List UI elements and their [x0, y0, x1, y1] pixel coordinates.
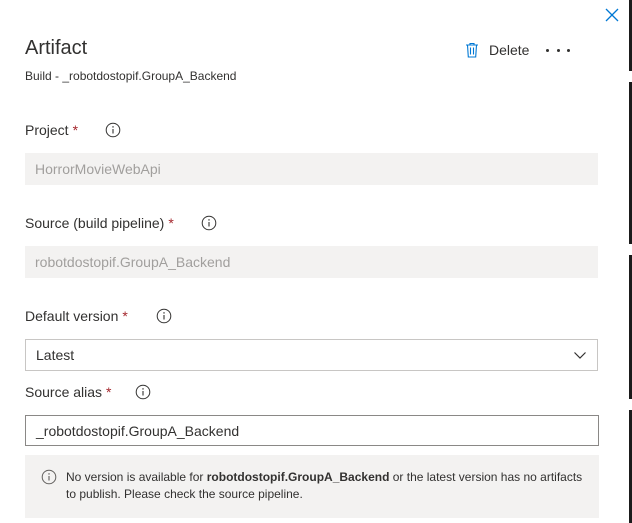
- version-notice: No version is available for robotdostopi…: [25, 455, 599, 518]
- more-icon: [546, 48, 549, 52]
- default-version-label: Default version *: [25, 306, 128, 326]
- source-label: Source (build pipeline) *: [25, 213, 174, 233]
- info-icon[interactable]: [156, 308, 172, 324]
- info-icon[interactable]: [105, 122, 121, 138]
- delete-label: Delete: [489, 42, 530, 58]
- default-version-dropdown[interactable]: Latest: [25, 339, 598, 371]
- panel-subtitle: Build - _robotdostopif.GroupA_Backend: [25, 69, 237, 83]
- close-icon: [605, 8, 619, 22]
- required-mark: *: [122, 308, 128, 324]
- more-options-button[interactable]: [546, 41, 570, 59]
- info-icon[interactable]: [201, 215, 217, 231]
- required-mark: *: [72, 122, 79, 138]
- required-mark: *: [168, 215, 174, 231]
- default-version-label-text: Default version: [25, 308, 119, 324]
- project-label: Project *: [25, 120, 78, 140]
- default-version-value: Latest: [36, 347, 75, 363]
- panel-title: Artifact: [25, 37, 88, 59]
- notice-pipeline-name: robotdostopif.GroupA_Backend: [206, 470, 390, 484]
- project-label-text: Project: [25, 122, 69, 138]
- source-pipeline-field: robotdostopif.GroupA_Backend: [25, 246, 598, 278]
- source-pipeline-value: robotdostopif.GroupA_Backend: [35, 254, 231, 270]
- info-icon[interactable]: [135, 384, 151, 400]
- required-mark: *: [106, 384, 112, 400]
- notice-text: No version is available for robotdostopi…: [66, 469, 583, 503]
- close-button[interactable]: [604, 7, 620, 23]
- source-label-text: Source (build pipeline): [25, 215, 165, 231]
- info-icon: [41, 469, 57, 485]
- more-icon: [567, 48, 570, 52]
- trash-icon: [466, 42, 478, 58]
- delete-button[interactable]: Delete: [465, 41, 529, 59]
- source-alias-input[interactable]: _robotdostopif.GroupA_Backend: [25, 415, 599, 446]
- chevron-down-icon: [574, 352, 586, 359]
- source-alias-label-text: Source alias: [25, 384, 103, 400]
- more-icon: [556, 48, 560, 52]
- source-alias-value: _robotdostopif.GroupA_Backend: [36, 422, 240, 439]
- project-field: HorrorMovieWebApi: [25, 153, 598, 185]
- notice-prefix: No version is available for: [66, 470, 207, 484]
- source-alias-label: Source alias *: [25, 382, 112, 402]
- project-value: HorrorMovieWebApi: [35, 161, 161, 177]
